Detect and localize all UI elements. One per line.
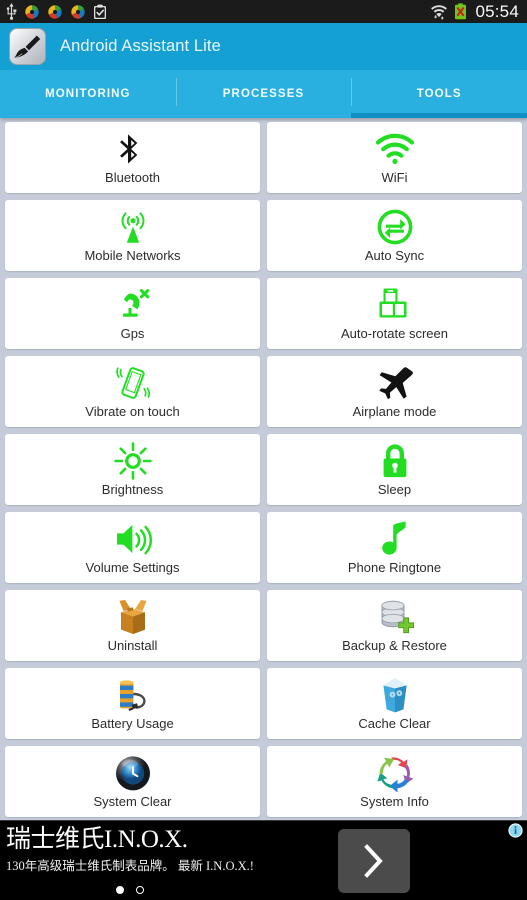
tool-label: Mobile Networks	[84, 248, 181, 263]
tool-label: Bluetooth	[105, 170, 160, 185]
tool-label: Vibrate on touch	[85, 404, 180, 419]
tool-vibrate-on-touch[interactable]: Vibrate on touch	[5, 356, 260, 427]
open-box-icon	[113, 597, 153, 637]
tool-auto-rotate-screen[interactable]: Auto-rotate screen	[267, 278, 522, 349]
airplane-icon	[375, 363, 415, 403]
tool-label: Gps	[120, 326, 145, 341]
recycle-bin-icon	[377, 675, 413, 715]
status-bar-left-icons	[6, 3, 107, 20]
lock-icon	[379, 441, 411, 481]
vibrate-icon	[113, 363, 153, 403]
broom-app-icon[interactable]	[9, 28, 46, 65]
tool-brightness[interactable]: Brightness	[5, 434, 260, 505]
tool-label: Cache Clear	[358, 716, 431, 731]
tool-label: Volume Settings	[85, 560, 180, 575]
ad-subtext: 130年高级瑞士维氏制表品牌。 最新 I.N.O.X.!	[6, 859, 254, 873]
wifi-icon	[375, 129, 415, 169]
tool-label: Uninstall	[107, 638, 158, 653]
tool-system-clear[interactable]: System Clear	[5, 746, 260, 817]
tool-label: Brightness	[101, 482, 164, 497]
usb-icon	[6, 3, 17, 20]
gps-satellite-icon	[114, 285, 152, 325]
music-note-icon	[379, 519, 411, 559]
sync-color-icon-2	[47, 4, 63, 20]
tool-cache-clear[interactable]: Cache Clear	[267, 668, 522, 739]
auto-rotate-screen-icon	[376, 285, 414, 325]
mobile-networks-icon	[113, 207, 153, 247]
tool-bluetooth[interactable]: Bluetooth	[5, 122, 260, 193]
tool-label: Battery Usage	[91, 716, 174, 731]
app-title: Android Assistant Lite	[60, 37, 221, 55]
tool-mobile-networks[interactable]: Mobile Networks	[5, 200, 260, 271]
tool-battery-usage[interactable]: Battery Usage	[5, 668, 260, 739]
tools-scroll-area[interactable]: Bluetooth WiFi Mobile Networks Auto Sync…	[0, 118, 527, 900]
wifi-signal-icon	[430, 3, 448, 20]
tool-uninstall[interactable]: Uninstall	[5, 590, 260, 661]
tool-volume-settings[interactable]: Volume Settings	[5, 512, 260, 583]
sync-color-icon-1	[24, 4, 40, 20]
ad-text-block: 瑞士维氏I.N.O.X. 130年高级瑞士维氏制表品牌。 最新 I.N.O.X.…	[6, 825, 306, 875]
tool-auto-sync[interactable]: Auto Sync	[267, 200, 522, 271]
tool-label: Airplane mode	[352, 404, 437, 419]
clipboard-check-icon	[93, 4, 107, 20]
tool-phone-ringtone[interactable]: Phone Ringtone	[267, 512, 522, 583]
status-bar-clock: 05:54	[475, 1, 519, 21]
action-bar: Android Assistant Lite	[0, 23, 527, 70]
brightness-sun-icon	[113, 441, 152, 481]
tool-label: WiFi	[381, 170, 408, 185]
tool-label: Auto Sync	[364, 248, 425, 263]
ad-info-icon[interactable]	[508, 823, 523, 838]
status-bar: 05:54	[0, 0, 527, 23]
sync-color-icon-3	[70, 4, 86, 20]
tool-label: Auto-rotate screen	[341, 326, 448, 341]
carousel-dot[interactable]	[136, 886, 144, 894]
tool-label: Sleep	[377, 482, 412, 497]
tool-label: Phone Ringtone	[347, 560, 442, 575]
tool-system-info[interactable]: System Info	[267, 746, 522, 817]
tab-monitoring-label: MONITORING	[45, 88, 131, 100]
battery-error-icon	[454, 3, 467, 20]
tab-tools[interactable]: TOOLS	[351, 70, 527, 118]
tab-processes[interactable]: PROCESSES	[175, 70, 352, 118]
bluetooth-icon	[116, 129, 150, 169]
tool-backup-restore[interactable]: Backup & Restore	[267, 590, 522, 661]
tool-gps[interactable]: Gps	[5, 278, 260, 349]
battery-cable-icon	[113, 675, 153, 715]
tab-processes-label: PROCESSES	[222, 88, 305, 100]
tool-airplane-mode[interactable]: Airplane mode	[267, 356, 522, 427]
tools-grid: Bluetooth WiFi Mobile Networks Auto Sync…	[0, 118, 527, 817]
tab-bar: MONITORING PROCESSES TOOLS	[0, 70, 527, 118]
tool-label: Backup & Restore	[342, 638, 447, 653]
tool-label: System Clear	[93, 794, 172, 809]
database-plus-icon	[375, 597, 415, 637]
status-bar-right-icons: 05:54	[430, 2, 521, 22]
carousel-dot-active[interactable]	[116, 886, 124, 894]
tool-sleep[interactable]: Sleep	[267, 434, 522, 505]
app-screen: 05:54 Android Assistant Lite MONITORING …	[0, 0, 527, 900]
volume-speaker-icon	[113, 519, 153, 559]
ad-carousel-dots[interactable]	[116, 886, 144, 894]
color-refresh-icon	[376, 753, 414, 793]
tool-label: System Info	[360, 794, 429, 809]
ad-next-button[interactable]	[338, 829, 410, 893]
tab-monitoring[interactable]: MONITORING	[0, 70, 176, 118]
chevron-right-icon	[364, 844, 383, 878]
clock-orb-icon	[114, 753, 152, 793]
ad-banner[interactable]: 瑞士维氏I.N.O.X. 130年高级瑞士维氏制表品牌。 最新 I.N.O.X.…	[0, 820, 527, 900]
tool-wifi[interactable]: WiFi	[267, 122, 522, 193]
ad-headline: 瑞士维氏I.N.O.X.	[6, 826, 188, 853]
tab-tools-label: TOOLS	[416, 88, 462, 100]
auto-sync-icon	[377, 207, 413, 247]
